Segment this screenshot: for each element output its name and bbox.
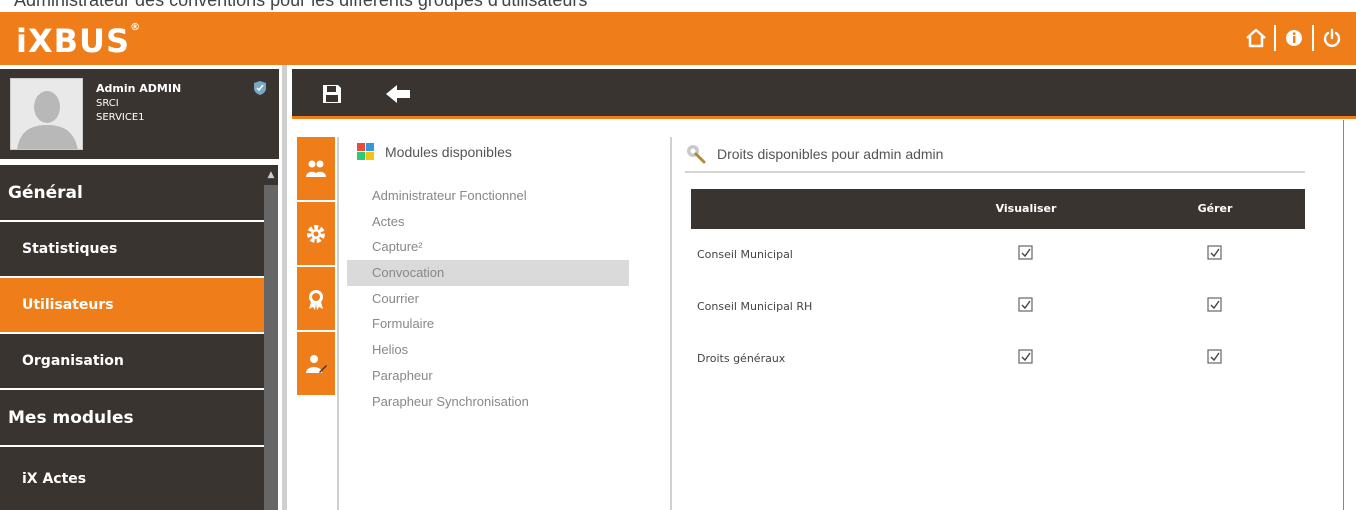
row-label: Droits généraux [697, 352, 786, 365]
col-gerer-label: Gérer [1197, 202, 1233, 215]
module-item[interactable]: Parapheur Synchronisation [347, 389, 629, 415]
tab-users[interactable] [297, 137, 335, 201]
row-label: Conseil Municipal RH [697, 300, 813, 313]
modules-icon [357, 143, 374, 160]
module-item-selected[interactable]: Convocation [347, 260, 629, 286]
checkbox-checked-icon [1207, 245, 1222, 260]
logo-mark: ® [130, 22, 142, 33]
module-item[interactable]: Parapheur [347, 363, 629, 389]
home-icon[interactable] [1242, 24, 1270, 52]
tabs-divider [337, 137, 339, 510]
checkbox-gerer[interactable] [1207, 245, 1223, 265]
back-arrow-icon[interactable] [384, 81, 412, 107]
module-item[interactable]: Formulaire [347, 311, 629, 337]
scroll-up-icon[interactable]: ▲ [264, 165, 278, 185]
table-row: Droits généraux [691, 333, 1305, 385]
row-label: Conseil Municipal [697, 248, 793, 261]
rights-title: Droits disponibles pour admin admin [717, 146, 944, 162]
menu-label: Utilisateurs [22, 297, 114, 313]
sidebar-item-ix-actes[interactable]: iX Actes [0, 447, 264, 510]
info-icon[interactable] [1280, 24, 1308, 52]
checkbox-checked-icon [1207, 349, 1222, 364]
menu-label: Organisation [22, 353, 124, 369]
sidebar-item-utilisateurs[interactable]: Utilisateurs [0, 278, 264, 332]
power-icon[interactable] [1318, 24, 1346, 52]
checkbox-checked-icon [1018, 245, 1033, 260]
module-item[interactable]: Capture² [347, 234, 629, 260]
sidebar-section-mes-modules[interactable]: Mes modules [0, 390, 264, 445]
toolbar [292, 69, 1356, 119]
checkbox-visualiser[interactable] [1018, 297, 1034, 317]
caption-strip: Administrateur des conventions pour les … [0, 0, 1356, 12]
table-row: Conseil Municipal RH [691, 281, 1305, 333]
checkbox-checked-icon [1018, 297, 1033, 312]
badge-icon [309, 289, 323, 310]
modules-divider [670, 137, 672, 510]
checkbox-visualiser[interactable] [1018, 245, 1034, 265]
module-item[interactable]: Administrateur Fonctionnel [347, 183, 629, 209]
checkbox-checked-icon [1018, 349, 1033, 364]
modules-list: Administrateur Fonctionnel Actes Capture… [347, 183, 629, 414]
menu-label: Statistiques [22, 241, 118, 257]
sidebar: Admin ADMIN SRCI SERVICE1 Général Statis… [0, 65, 282, 510]
checkbox-visualiser[interactable] [1018, 349, 1034, 369]
checkbox-checked-icon [1207, 297, 1222, 312]
module-item[interactable]: Courrier [347, 286, 629, 312]
app-logo-text: iXBUS [16, 22, 131, 60]
users-icon [306, 160, 326, 177]
sidebar-scrollbar[interactable] [264, 165, 278, 510]
top-icon-separator [1274, 25, 1276, 51]
tab-settings[interactable] [297, 202, 335, 266]
caption-text: Administrateur des conventions pour les … [14, 0, 588, 10]
top-icons [1242, 24, 1346, 52]
main-panel: Modules disponibles Administrateur Fonct… [282, 65, 1356, 510]
module-item[interactable]: Actes [347, 209, 629, 235]
shield-icon [253, 80, 267, 100]
checkbox-gerer[interactable] [1207, 297, 1223, 317]
wrench-icon [687, 145, 706, 164]
avatar [10, 78, 83, 150]
profile-org: SRCI [96, 98, 119, 109]
table-row: Conseil Municipal [691, 229, 1305, 281]
save-icon[interactable] [318, 81, 346, 107]
menu-label: iX Actes [22, 470, 87, 487]
app-root: Administrateur des conventions pour les … [0, 0, 1356, 510]
menu-label: Mes modules [8, 407, 134, 428]
sidebar-item-organisation[interactable]: Organisation [0, 334, 264, 388]
tab-user-edit[interactable] [297, 332, 335, 396]
right-border [1343, 120, 1344, 510]
modules-header: Modules disponibles [357, 143, 512, 161]
rights-header: Droits disponibles pour admin admin [685, 137, 1305, 173]
profile-name: Admin ADMIN [96, 82, 182, 95]
sidebar-section-general[interactable]: Général [0, 165, 264, 220]
user-edit-icon [306, 354, 327, 373]
tab-badge[interactable] [297, 267, 335, 331]
modules-title: Modules disponibles [385, 144, 512, 160]
rights-table-header: Visualiser Gérer [691, 189, 1305, 229]
checkbox-gerer[interactable] [1207, 349, 1223, 369]
module-item[interactable]: Helios [347, 337, 629, 363]
app-logo: iXBUS® [16, 22, 141, 60]
top-bar: iXBUS® [0, 12, 1356, 65]
top-icon-separator [1312, 25, 1314, 51]
sidebar-menu: Général Statistiques Utilisateurs Organi… [0, 165, 264, 510]
user-profile: Admin ADMIN SRCI SERVICE1 [0, 69, 279, 159]
sidebar-item-statistiques[interactable]: Statistiques [0, 222, 264, 276]
rights-table: Visualiser Gérer Conseil Municipal Conse… [691, 189, 1305, 385]
profile-service: SERVICE1 [96, 112, 145, 123]
col-visualiser-label: Visualiser [995, 202, 1057, 215]
menu-label: Général [8, 182, 83, 203]
gear-icon [307, 224, 325, 243]
